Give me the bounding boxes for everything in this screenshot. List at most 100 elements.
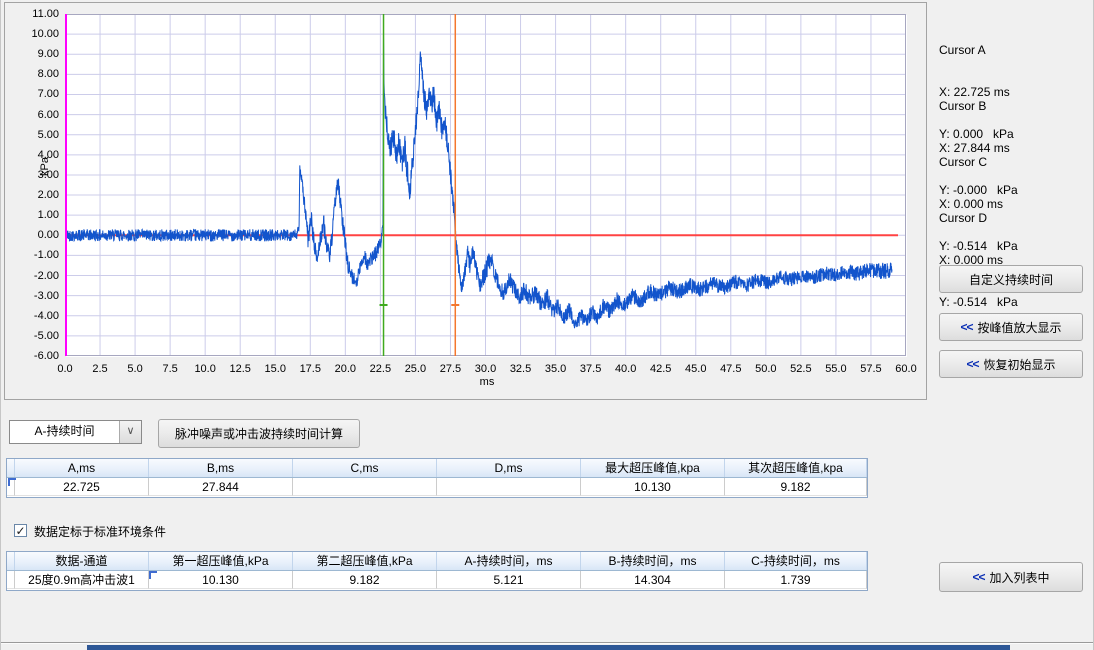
table-header-cell: 第二超压峰值,kPa: [293, 552, 437, 570]
x-tick-label: 5.0: [117, 363, 153, 375]
x-tick-label: 40.0: [608, 363, 644, 375]
chevrons-left-icon: <<: [966, 357, 978, 371]
y-tick-label: 2.00: [17, 189, 59, 201]
chevron-down-icon[interactable]: ∨: [119, 421, 141, 443]
table-header-cell: 最大超压峰值,kpa: [581, 459, 725, 477]
table-header-row: A,msB,msC,msD,ms最大超压峰值,kpa其次超压峰值,kpa: [7, 459, 867, 478]
cursor-d-y: Y: -0.514 kPa: [939, 295, 1089, 309]
x-tick-label: 42.5: [643, 363, 679, 375]
table-header-stub: [7, 459, 15, 477]
zoom-to-peak-label: 按峰值放大显示: [978, 319, 1062, 336]
x-tick-label: 17.5: [292, 363, 328, 375]
table-header-cell: 第一超压峰值,kPa: [149, 552, 293, 570]
cursor-b-title: Cursor B: [939, 99, 1089, 113]
table-header-cell: A-持续时间，ms: [437, 552, 581, 570]
x-tick-label: 30.0: [468, 363, 504, 375]
add-to-list-label: 加入列表中: [990, 569, 1050, 586]
table-cell[interactable]: 9.182: [725, 478, 867, 496]
table-cell[interactable]: 5.121: [437, 571, 581, 589]
custom-duration-label: 自定义持续时间: [969, 271, 1053, 288]
table-cell[interactable]: 9.182: [293, 571, 437, 589]
x-tick-label: 10.0: [187, 363, 223, 375]
table-cell[interactable]: [437, 478, 581, 496]
custom-duration-button[interactable]: 自定义持续时间: [939, 265, 1083, 293]
table-cell[interactable]: 25度0.9m高冲击波1: [15, 571, 149, 589]
table-header-stub: [7, 552, 15, 570]
y-tick-label: 9.00: [17, 48, 59, 60]
x-tick-label: 20.0: [327, 363, 363, 375]
table-header-row: 数据-通道第一超压峰值,kPa第二超压峰值,kPaA-持续时间，msB-持续时间…: [7, 552, 867, 571]
cursor-a-title: Cursor A: [939, 43, 1089, 57]
x-tick-label: 37.5: [573, 363, 609, 375]
restore-view-button[interactable]: << 恢复初始显示: [939, 350, 1083, 378]
table-header-cell: 数据-通道: [15, 552, 149, 570]
waveform-plot[interactable]: [65, 14, 906, 356]
table-cell[interactable]: [293, 478, 437, 496]
y-tick-label: -1.00: [17, 249, 59, 261]
add-to-list-button[interactable]: << 加入列表中: [939, 562, 1083, 592]
x-tick-label: 27.5: [432, 363, 468, 375]
pressure-waveform: [65, 32, 892, 328]
table-header-cell: C,ms: [293, 459, 437, 477]
x-tick-label: 60.0: [888, 363, 924, 375]
y-tick-label: 8.00: [17, 68, 59, 80]
duration-calc-button[interactable]: 脉冲噪声或冲击波持续时间计算: [158, 419, 360, 448]
cursor-c-title: Cursor C: [939, 155, 1089, 169]
x-tick-label: 32.5: [503, 363, 539, 375]
x-tick-label: 52.5: [783, 363, 819, 375]
y-tick-label: -6.00: [17, 350, 59, 362]
x-tick-label: 45.0: [678, 363, 714, 375]
table-header-cell: 其次超压峰值,kpa: [725, 459, 867, 477]
table-header-cell: B,ms: [149, 459, 293, 477]
app-window: 11.0010.009.008.007.006.005.004.003.002.…: [0, 0, 1094, 650]
restore-view-label: 恢复初始显示: [984, 356, 1056, 373]
table-row-stub[interactable]: [7, 571, 15, 589]
y-tick-label: 5.00: [17, 129, 59, 141]
standard-conditions-label: 数据定标于标准环境条件: [34, 523, 166, 540]
table-cell[interactable]: 22.725: [15, 478, 149, 496]
table-cell[interactable]: 27.844: [149, 478, 293, 496]
y-tick-label: 10.00: [17, 28, 59, 40]
table-cell[interactable]: 1.739: [725, 571, 867, 589]
duration-calc-label: 脉冲噪声或冲击波持续时间计算: [175, 425, 343, 442]
chevrons-left-icon: <<: [972, 570, 984, 584]
table-cell[interactable]: 14.304: [581, 571, 725, 589]
x-tick-label: 55.0: [818, 363, 854, 375]
y-tick-label: -5.00: [17, 330, 59, 342]
standard-conditions-checkbox[interactable]: ✓: [14, 524, 27, 537]
x-tick-label: 7.5: [152, 363, 188, 375]
cell-selection-mark: [8, 478, 16, 486]
x-tick-label: 50.0: [748, 363, 784, 375]
channel-summary-table: 数据-通道第一超压峰值,kPa第二超压峰值,kPaA-持续时间，msB-持续时间…: [6, 551, 868, 591]
zoom-to-peak-button[interactable]: << 按峰值放大显示: [939, 313, 1083, 341]
x-tick-label: 22.5: [362, 363, 398, 375]
table-cell[interactable]: 10.130: [581, 478, 725, 496]
table-header-cell: C-持续时间，ms: [725, 552, 867, 570]
table-row: 22.72527.844 10.1309.182: [7, 478, 867, 496]
x-axis-label: ms: [475, 376, 499, 388]
x-tick-label: 47.5: [713, 363, 749, 375]
y-axis-label: kPa: [39, 157, 51, 176]
y-tick-label: 3.00: [17, 169, 59, 181]
checkmark-icon: ✓: [15, 524, 25, 538]
y-tick-label: -3.00: [17, 290, 59, 302]
bottom-divider-highlight: [1, 643, 1094, 644]
cursor-results-table: A,msB,msC,msD,ms最大超压峰值,kpa其次超压峰值,kpa22.7…: [6, 458, 868, 498]
x-tick-label: 12.5: [222, 363, 258, 375]
duration-type-select[interactable]: A-持续时间 ∨: [9, 420, 142, 444]
x-tick-label: 0.0: [47, 363, 83, 375]
cursor-d-title: Cursor D: [939, 211, 1089, 225]
y-tick-label: 11.00: [17, 8, 59, 20]
cell-selection-mark: [149, 571, 157, 579]
table-row: 25度0.9m高冲击波110.1309.1825.12114.3041.739: [7, 571, 867, 589]
bottom-window-edge: [87, 645, 1010, 650]
table-header-cell: A,ms: [15, 459, 149, 477]
y-tick-label: 4.00: [17, 149, 59, 161]
table-cell[interactable]: 10.130: [149, 571, 293, 589]
duration-type-value: A-持续时间: [10, 421, 119, 443]
y-tick-label: -2.00: [17, 270, 59, 282]
y-tick-label: 0.00: [17, 229, 59, 241]
x-tick-label: 2.5: [82, 363, 118, 375]
x-tick-label: 57.5: [853, 363, 889, 375]
y-tick-label: 6.00: [17, 109, 59, 121]
